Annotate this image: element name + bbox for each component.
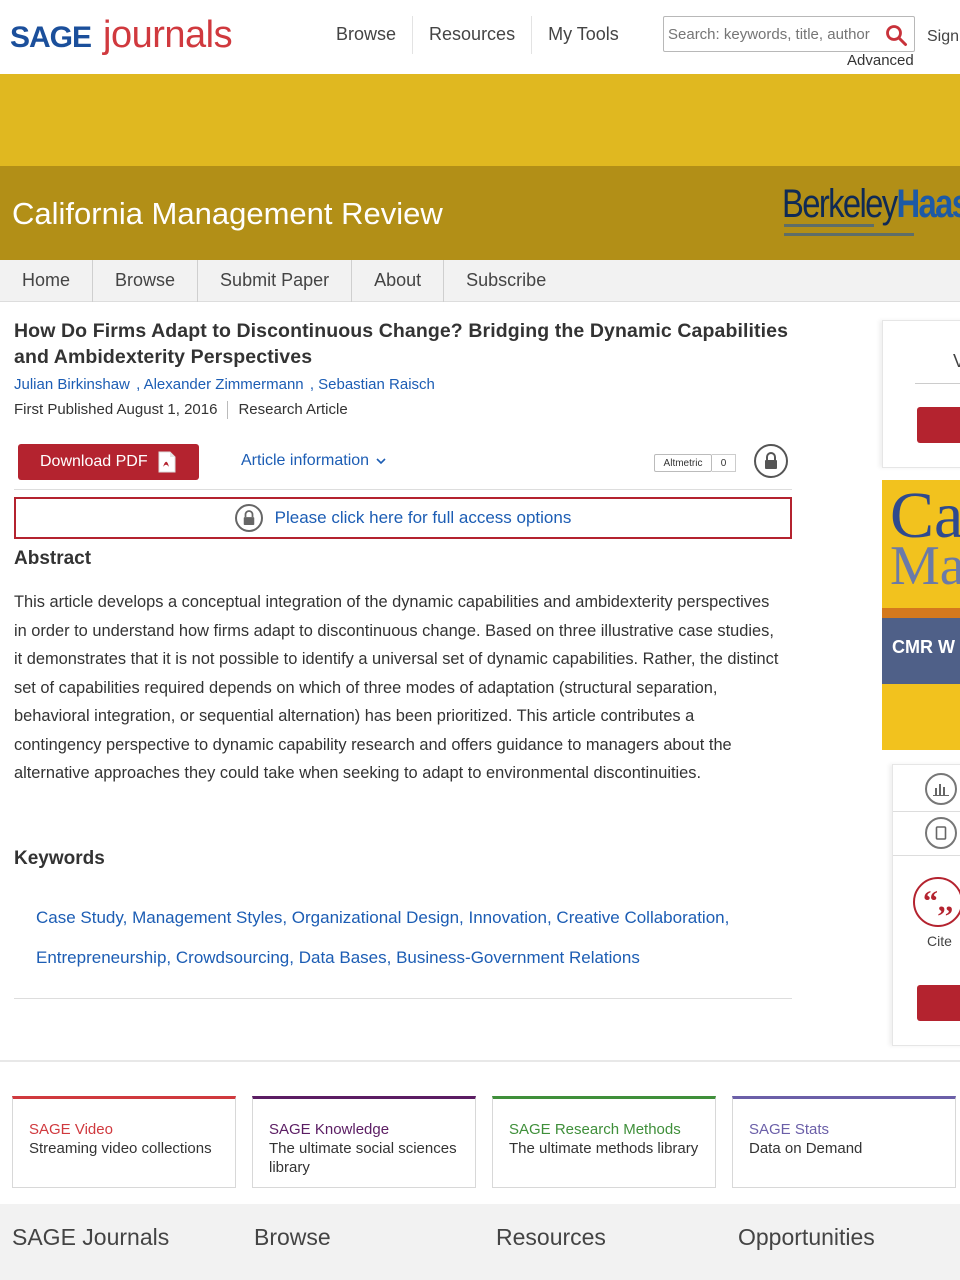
altmetric-count: 0 <box>712 454 736 472</box>
sage-journals-logo[interactable]: SAGE journals <box>10 14 233 58</box>
top-nav-my-tools[interactable]: My Tools <box>532 16 635 54</box>
mobile-icon[interactable] <box>925 817 957 849</box>
sign-in-link[interactable]: Sign <box>927 28 959 46</box>
product-name: SAGE Knowledge <box>269 1121 390 1138</box>
cite-label: Cite <box>927 933 952 949</box>
article-information-label: Article information <box>241 452 370 469</box>
download-pdf-label: Download PDF <box>40 453 148 470</box>
author-list: Julian Birkinshaw , Alexander Zimmermann… <box>14 376 792 393</box>
keywords-heading: Keywords <box>14 848 105 869</box>
download-pdf-button[interactable]: Download PDF <box>18 444 199 480</box>
abstract-text: This article develops a conceptual integ… <box>14 593 779 782</box>
author-link[interactable]: , Sebastian Raisch <box>310 376 435 393</box>
search-icon[interactable] <box>884 23 908 47</box>
author-link[interactable]: Julian Birkinshaw <box>14 376 130 393</box>
pdf-icon <box>158 451 176 473</box>
journal-nav-about[interactable]: About <box>352 260 445 302</box>
article-title: How Do Firms Adapt to Discontinuous Chan… <box>14 320 789 368</box>
sidebar-action-button[interactable] <box>917 407 960 443</box>
search-box <box>663 16 915 52</box>
product-sage-research-methods[interactable]: SAGE Research Methods The ultimate metho… <box>492 1096 716 1188</box>
promo-stripe <box>882 608 960 618</box>
altmetric-label: Altmetric <box>654 454 712 472</box>
journal-nav-browse[interactable]: Browse <box>93 260 199 302</box>
sidebar-journal-promo[interactable]: Ca Ma CMR W <box>882 480 960 750</box>
journal-nav-subscribe[interactable]: Subscribe <box>444 260 568 302</box>
journal-nav: Home Browse Submit Paper About Subscribe <box>0 260 960 302</box>
sidebar-action-button[interactable] <box>917 985 960 1021</box>
article-header: How Do Firms Adapt to Discontinuous Chan… <box>14 318 792 419</box>
berkeley-text: Berkeley <box>782 182 898 226</box>
promo-label: CMR W <box>892 637 955 657</box>
logo-journals-text: journals <box>103 14 233 56</box>
footer-divider <box>0 1060 960 1062</box>
keyword-link[interactable]: Entrepreneurship, <box>36 948 171 967</box>
sidebar-card-heading: V <box>953 351 960 371</box>
product-sage-stats[interactable]: SAGE Stats Data on Demand <box>732 1096 956 1188</box>
lock-icon <box>234 504 263 532</box>
journal-nav-submit-paper[interactable]: Submit Paper <box>198 260 353 302</box>
top-nav-resources[interactable]: Resources <box>413 16 533 54</box>
sidebar-tools-card: “,, Cite <box>892 764 960 1046</box>
product-description: Streaming video collections <box>29 1140 212 1157</box>
full-access-link[interactable]: Please click here for full access option… <box>275 508 572 528</box>
keyword-link[interactable]: Crowdsourcing, <box>176 948 294 967</box>
footer-col-opportunities[interactable]: Opportunities <box>738 1224 875 1251</box>
author-link[interactable]: , Alexander Zimmermann <box>136 376 304 393</box>
product-sage-video[interactable]: SAGE Video Streaming video collections <box>12 1096 236 1188</box>
abstract-heading: Abstract <box>14 548 92 569</box>
chevron-down-icon <box>375 458 386 465</box>
article-information-toggle[interactable]: Article information <box>241 452 386 470</box>
sidebar-card-divider <box>915 383 960 384</box>
footer-col-sage-journals[interactable]: SAGE Journals <box>12 1224 169 1251</box>
journal-nav-home[interactable]: Home <box>0 260 94 302</box>
keyword-list: Case Study, Management Styles, Organizat… <box>36 898 786 978</box>
keyword-link[interactable]: Data Bases, <box>299 948 392 967</box>
article-type: Research Article <box>238 401 348 418</box>
keyword-link[interactable]: Business-Government Relations <box>396 948 640 967</box>
journal-title[interactable]: California Management Review <box>12 196 443 232</box>
cite-quote-icon[interactable]: “,, <box>913 877 960 927</box>
keyword-link[interactable]: Management Styles, <box>132 908 287 927</box>
access-lock-button[interactable] <box>754 444 788 478</box>
product-description: The ultimate methods library <box>509 1140 699 1157</box>
logo-sage-text: SAGE <box>10 21 92 54</box>
sidebar-tools-divider <box>893 855 960 856</box>
footer-col-resources[interactable]: Resources <box>496 1224 606 1251</box>
full-access-options[interactable]: Please click here for full access option… <box>14 497 792 539</box>
haas-text: Haas <box>896 182 960 226</box>
publication-info: First Published August 1, 2016 Research … <box>14 401 792 419</box>
keyword-link[interactable]: Organizational Design, <box>292 908 464 927</box>
product-name: SAGE Stats <box>749 1121 830 1138</box>
keywords-divider <box>14 998 792 999</box>
metrics-icon[interactable] <box>925 773 957 805</box>
product-description: The ultimate social sciences library <box>269 1140 457 1176</box>
top-nav: Browse Resources My Tools <box>320 16 635 54</box>
pubinfo-divider <box>227 401 229 419</box>
keyword-link[interactable]: Creative Collaboration, <box>556 908 729 927</box>
lock-icon <box>765 452 777 469</box>
product-description: Data on Demand <box>749 1140 863 1157</box>
first-published: First Published August 1, 2016 <box>14 401 218 418</box>
berkeley-haas-tagline <box>784 224 924 242</box>
product-sage-knowledge[interactable]: SAGE Knowledge The ultimate social scien… <box>252 1096 476 1188</box>
altmetric-badge[interactable]: Altmetric 0 <box>654 452 750 474</box>
top-nav-browse[interactable]: Browse <box>320 16 414 54</box>
promo-letters-ma: Ma <box>890 535 960 597</box>
article-actions: Download PDF Article information Altmetr… <box>14 442 792 490</box>
footer-col-browse[interactable]: Browse <box>254 1224 331 1251</box>
banner-top <box>0 74 960 166</box>
keyword-link[interactable]: Innovation, <box>469 908 552 927</box>
footer-columns: SAGE Journals Browse Resources Opportuni… <box>0 1204 960 1280</box>
product-name: SAGE Video <box>29 1121 113 1138</box>
site-header: SAGE journals Browse Resources My Tools … <box>0 0 960 74</box>
sidebar-access-card: V <box>882 320 960 468</box>
product-name: SAGE Research Methods <box>509 1121 681 1138</box>
search-input[interactable] <box>664 17 878 51</box>
berkeley-haas-logo[interactable]: BerkeleyHaas <box>782 182 960 227</box>
journal-banner: California Management Review BerkeleyHaa… <box>0 166 960 260</box>
sidebar-tools-divider <box>893 811 960 812</box>
keyword-link[interactable]: Case Study, <box>36 908 127 927</box>
advanced-search-link[interactable]: Advanced <box>847 52 914 69</box>
